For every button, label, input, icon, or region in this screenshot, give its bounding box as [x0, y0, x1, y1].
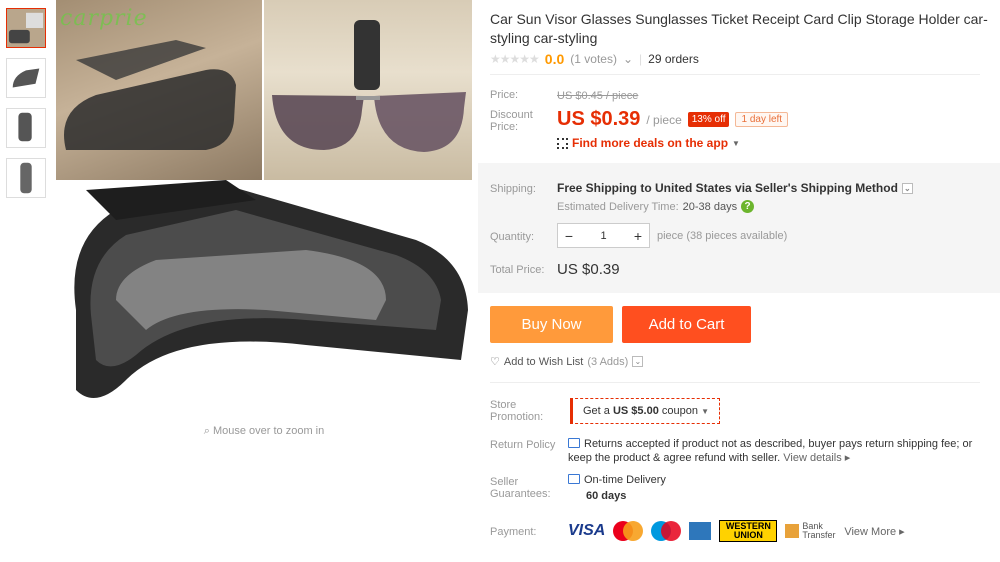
- delivery-estimate: Estimated Delivery Time: 20-38 days ?: [557, 200, 755, 213]
- thumbnail-2[interactable]: [6, 58, 46, 98]
- price-unit: / piece: [646, 112, 682, 127]
- delivery-truck-icon: [568, 474, 580, 484]
- caret-down-icon: ▼: [732, 138, 740, 148]
- bank-icon: [785, 524, 800, 538]
- discount-badge: 13% off: [687, 112, 730, 127]
- discount-price-label: Discount Price:: [490, 109, 533, 133]
- product-main-image[interactable]: carprie: [56, 0, 472, 420]
- view-more-text: View More: [844, 525, 897, 538]
- qr-code-icon: [557, 137, 568, 149]
- mastercard-logo: [613, 521, 644, 541]
- quantity-input[interactable]: 1: [580, 230, 627, 242]
- wishlist-count: (3 Adds): [587, 355, 629, 368]
- divider: [490, 382, 980, 383]
- visa-logo: VISA: [568, 522, 606, 539]
- increase-quantity-button[interactable]: +: [627, 228, 649, 244]
- guarantee-days: 60 days: [586, 490, 627, 502]
- return-policy-icon: [568, 438, 580, 448]
- current-price-row: US $0.39 / piece 13% off 1 day left: [557, 108, 789, 131]
- rating-row: ★★★★★ 0.0 (1 votes) ⌄ | 29 orders: [490, 51, 699, 67]
- coupon-dropdown[interactable]: Get a US $5.00 coupon ▼: [570, 398, 720, 424]
- view-details-text: View details: [783, 452, 842, 464]
- product-title: Car Sun Visor Glasses Sunglasses Ticket …: [490, 11, 988, 46]
- maestro-logo: [651, 521, 682, 541]
- divider: [490, 74, 980, 75]
- deals-link-text: Find more deals on the app: [572, 136, 729, 150]
- western-union-logo: WESTERN UNION: [719, 520, 778, 542]
- shipping-label: Shipping:: [490, 183, 536, 195]
- total-price-label: Total Price:: [490, 264, 545, 276]
- chevron-down-icon[interactable]: ⌄: [632, 356, 644, 367]
- add-to-cart-button[interactable]: Add to Cart: [622, 306, 751, 343]
- guarantee-label: On-time Delivery: [584, 474, 666, 486]
- product-page: carprie ⌕ Mouse over to zoom in Car Sun …: [0, 0, 1000, 562]
- thumbnail-4[interactable]: [6, 158, 46, 198]
- price-label: Price:: [490, 89, 519, 101]
- rating-score: 0.0: [544, 51, 565, 67]
- divider: |: [639, 52, 643, 66]
- coupon-prefix: Get a: [583, 405, 610, 417]
- bank-transfer-text: Bank Transfer: [802, 521, 836, 540]
- estimate-label: Estimated Delivery Time:: [557, 200, 679, 213]
- original-price: US $0.45 / piece: [557, 90, 639, 102]
- thumbnail-list: [6, 8, 48, 208]
- chevron-down-icon[interactable]: ⌄: [901, 182, 913, 194]
- bank-transfer-logo: Bank Transfer: [785, 522, 836, 540]
- thumbnail-1[interactable]: [6, 8, 46, 48]
- coupon-suffix: coupon: [661, 405, 698, 417]
- wishlist-row[interactable]: ♡ Add to Wish List (3 Adds) ⌄: [490, 355, 644, 368]
- view-more-payments-link[interactable]: View More ▸: [844, 525, 904, 538]
- store-promotion-label: Store Promotion:: [490, 399, 544, 423]
- current-price: US $0.39: [557, 108, 641, 130]
- payment-label: Payment:: [490, 526, 537, 538]
- quantity-label: Quantity:: [490, 231, 535, 243]
- return-policy: Returns accepted if product not as descr…: [568, 437, 978, 465]
- estimate-value: 20-38 days: [682, 200, 738, 213]
- quantity-availability: piece (38 pieces available): [657, 230, 788, 242]
- shipping-method[interactable]: Free Shipping to United States via Selle…: [557, 181, 913, 195]
- thumbnail-3[interactable]: [6, 108, 46, 148]
- help-icon[interactable]: ?: [741, 200, 755, 213]
- amex-logo: [689, 522, 712, 540]
- total-price: US $0.39: [557, 261, 620, 278]
- zoom-hint-text: Mouse over to zoom in: [212, 425, 325, 437]
- magnifier-icon: ⌕: [203, 425, 213, 437]
- seller-guarantee: On-time Delivery 60 days: [568, 474, 666, 502]
- chevron-down-icon[interactable]: ⌄: [623, 52, 633, 66]
- product-info-panel: Car Sun Visor Glasses Sunglasses Ticket …: [478, 0, 1000, 562]
- time-left-badge: 1 day left: [735, 112, 789, 127]
- wishlist-label[interactable]: Add to Wish List: [504, 356, 583, 368]
- buy-now-button[interactable]: Buy Now: [490, 306, 613, 343]
- caret-down-icon: ▼: [701, 407, 709, 416]
- zoom-hint: ⌕ Mouse over to zoom in: [56, 425, 472, 438]
- brand-watermark: carprie: [60, 6, 148, 31]
- photo-sunglasses: [264, 0, 472, 180]
- heart-icon: ♡: [490, 356, 500, 368]
- seller-guarantees-label: Seller Guarantees:: [490, 476, 551, 500]
- app-deals-link[interactable]: Find more deals on the app ▼: [557, 136, 740, 150]
- return-policy-text: Returns accepted if product not as descr…: [568, 438, 973, 464]
- view-details-link[interactable]: View details ▸: [783, 452, 850, 464]
- coupon-amount: US $5.00: [612, 405, 659, 417]
- shipping-method-text: Free Shipping to United States via Selle…: [557, 181, 898, 195]
- photo-clip-closeup: [74, 180, 468, 398]
- rating-votes[interactable]: (1 votes): [570, 52, 617, 66]
- star-rating-icon: ★★★★★: [490, 52, 540, 66]
- quantity-stepper: − 1 +: [557, 223, 650, 248]
- decrease-quantity-button[interactable]: −: [558, 228, 580, 244]
- payment-methods: VISA WESTERN UNION Bank Transfer View Mo…: [568, 520, 905, 542]
- return-policy-label: Return Policy: [490, 439, 556, 451]
- orders-count: 29 orders: [648, 52, 699, 66]
